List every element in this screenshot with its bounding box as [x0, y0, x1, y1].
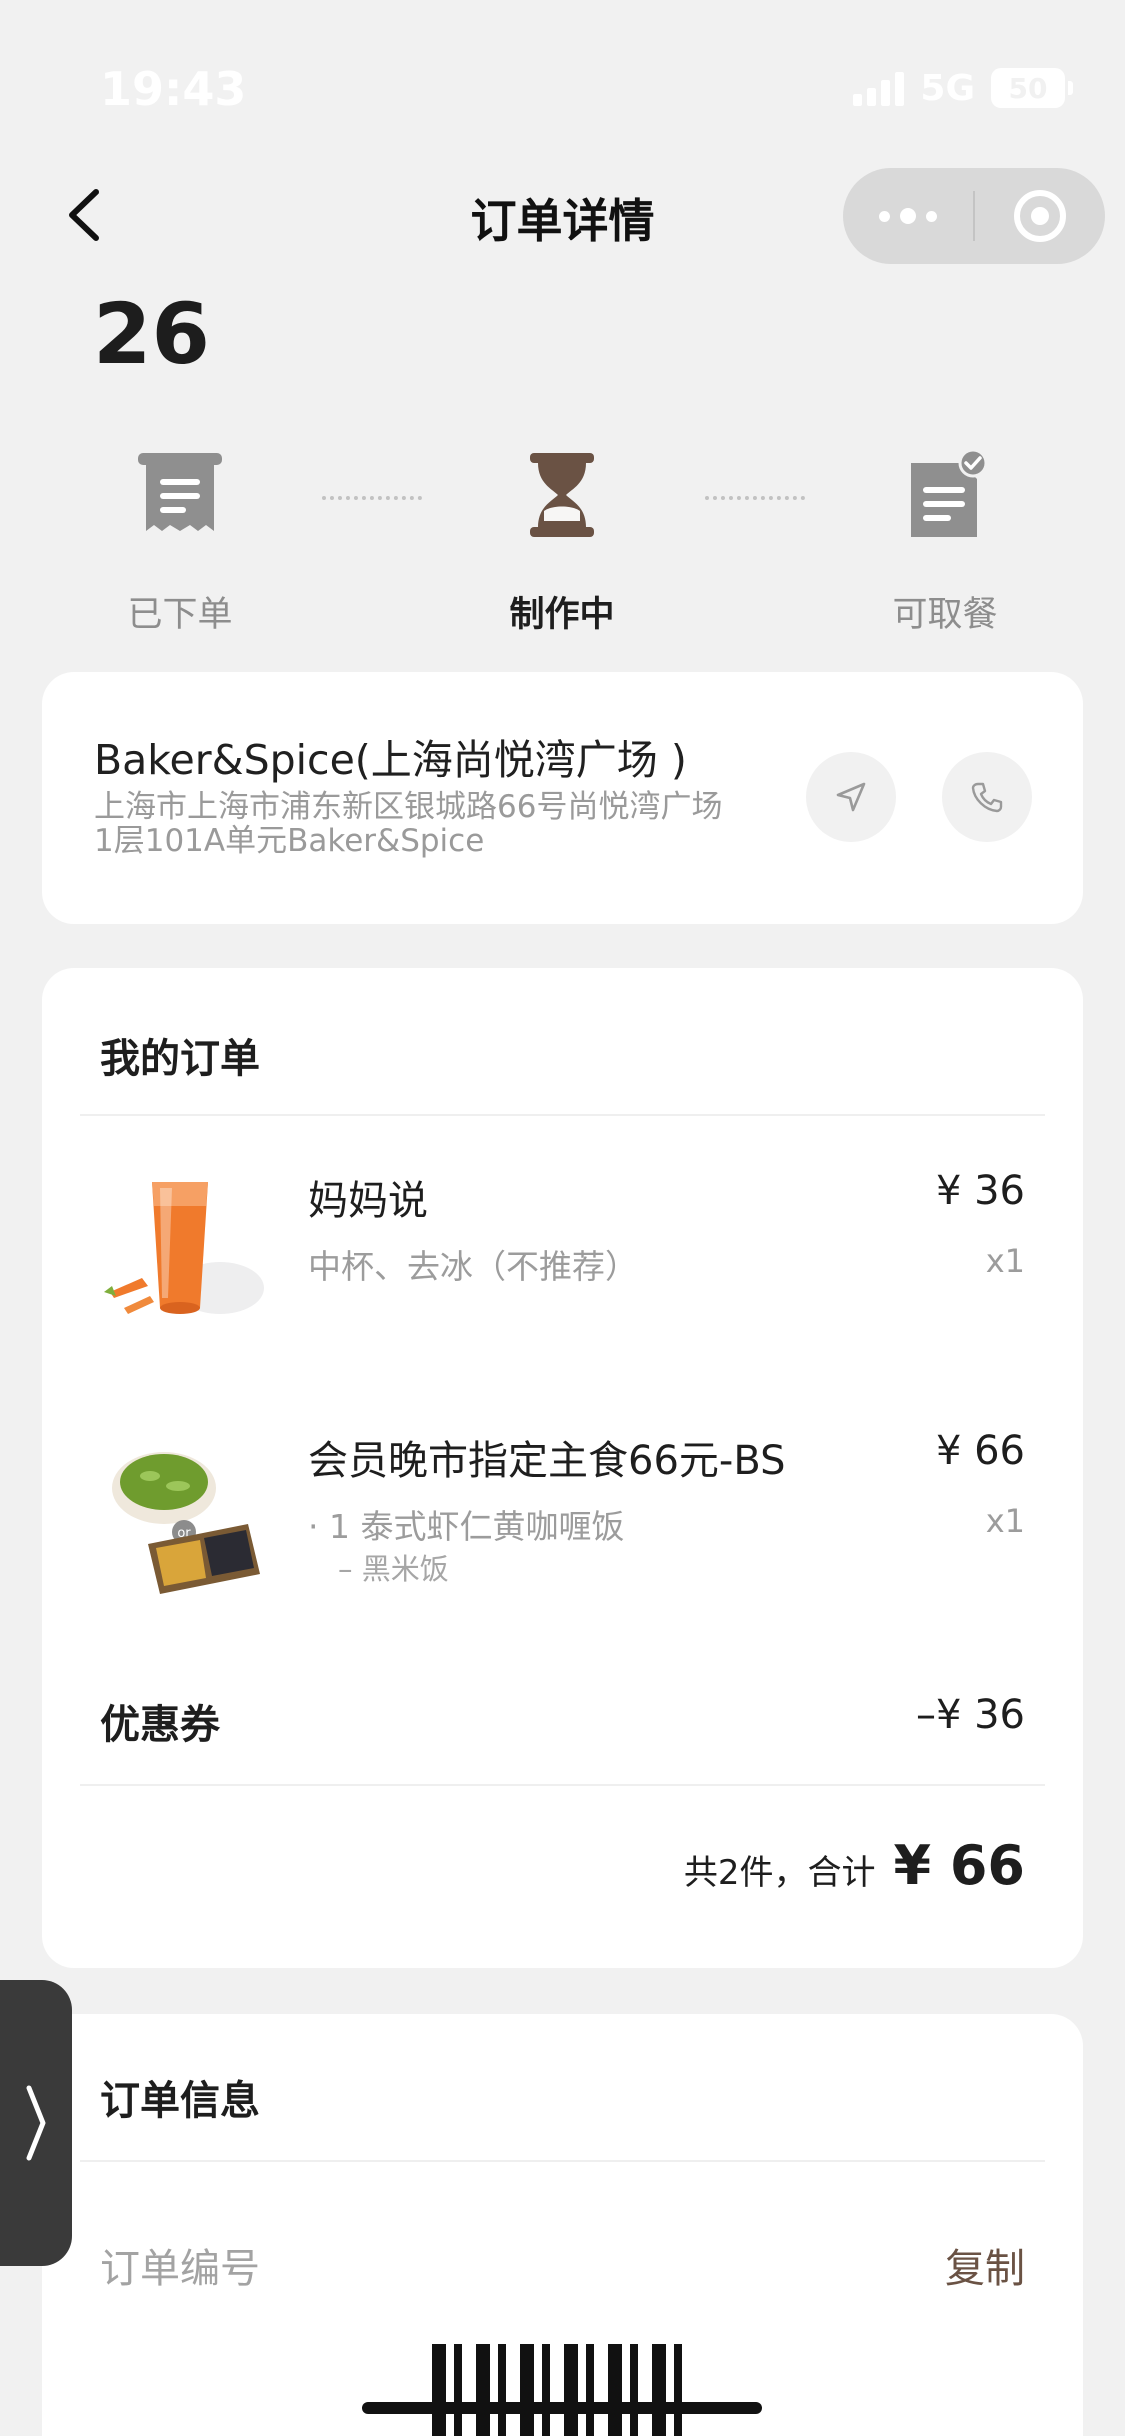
step-label: 可取餐 — [892, 595, 998, 635]
chevron-right-icon — [26, 2085, 46, 2161]
side-expand-tab[interactable] — [0, 1980, 72, 2266]
signal-icon — [853, 70, 905, 106]
barcode-bar — [362, 2402, 762, 2414]
copy-button[interactable]: 复制 — [945, 2236, 1025, 2294]
my-order-title: 我的订单 — [100, 1036, 260, 1082]
divider — [80, 1114, 1045, 1116]
status-indicators: 5G 50 — [853, 66, 1073, 110]
target-icon — [1014, 190, 1066, 242]
store-name: Baker&Spice(上海尚悦湾广场 ) — [94, 736, 687, 784]
coupon-value: –¥ 36 — [915, 1692, 1025, 1738]
status-bar: 19:43 5G 50 — [0, 0, 1125, 175]
item-price: ¥ 66 — [935, 1428, 1025, 1474]
item-image-meal: or — [100, 1428, 270, 1598]
item-spec: · 1 泰式虾仁黄咖喱饭 — [308, 1507, 625, 1546]
document-check-icon — [911, 449, 988, 537]
status-time: 19:43 — [100, 62, 247, 116]
mini-program-capsule — [843, 168, 1105, 264]
step-ordered: 已下单 — [80, 440, 280, 637]
item-name: 会员晚市指定主食66元-BS — [308, 1438, 786, 1484]
navigate-button[interactable] — [806, 752, 896, 842]
close-mini-program-button[interactable] — [975, 168, 1105, 264]
order-no-label: 订单编号 — [100, 2246, 260, 2292]
item-spec: 中杯、去冰（不推荐） — [308, 1247, 638, 1286]
battery-level: 50 — [1008, 71, 1048, 105]
order-number: 26 — [93, 285, 210, 383]
step-making: 制作中 — [462, 440, 662, 637]
summary-text: 共2件，合计 — [683, 1853, 876, 1893]
order-summary: 共2件，合计 ¥ 66 — [684, 1834, 1025, 1897]
receipt-icon — [138, 453, 222, 531]
step-label: 已下单 — [127, 595, 233, 635]
item-quantity: x1 — [985, 1242, 1025, 1280]
store-address-line2: 1层101A单元Baker&Spice — [94, 823, 485, 859]
item-image-juice — [100, 1168, 270, 1338]
order-barcode — [432, 2344, 692, 2436]
item-name: 妈妈说 — [308, 1178, 428, 1224]
phone-icon — [971, 782, 1003, 813]
item-quantity: x1 — [985, 1502, 1025, 1540]
item-sub-option: – 黑米饭 — [338, 1552, 449, 1586]
store-card: Baker&Spice(上海尚悦湾广场 ) 上海市上海市浦东新区银城路66号尚悦… — [42, 672, 1083, 924]
step-connector — [705, 496, 805, 500]
network-label: 5G — [920, 67, 975, 109]
hourglass-icon — [530, 453, 594, 537]
item-price: ¥ 36 — [935, 1168, 1025, 1214]
call-button[interactable] — [942, 752, 1032, 842]
step-ready: 可取餐 — [845, 440, 1045, 637]
order-info-title: 订单信息 — [100, 2078, 260, 2124]
coupon-label: 优惠券 — [100, 1702, 220, 1748]
order-total: ¥ 66 — [893, 1834, 1025, 1897]
store-address-line1: 上海市上海市浦东新区银城路66号尚悦湾广场 — [94, 789, 723, 825]
store-address: 上海市上海市浦东新区银城路66号尚悦湾广场 1层101A单元Baker&Spic… — [94, 790, 814, 858]
divider — [80, 2160, 1045, 2162]
order-progress: 已下单 制作中 可取餐 — [0, 440, 1125, 640]
order-info-card: 订单信息 订单编号 复制 — [42, 2014, 1083, 2436]
battery-icon: 50 — [991, 68, 1073, 108]
divider — [80, 1784, 1045, 1786]
more-button[interactable] — [843, 168, 973, 264]
navigation-arrow-icon — [836, 782, 866, 812]
step-connector — [322, 496, 422, 500]
step-label: 制作中 — [509, 595, 615, 635]
my-order-card: 我的订单 妈妈说 中杯、去冰（不推荐） ¥ 36 x1 or 会员晚市指定主食6… — [42, 968, 1083, 1968]
